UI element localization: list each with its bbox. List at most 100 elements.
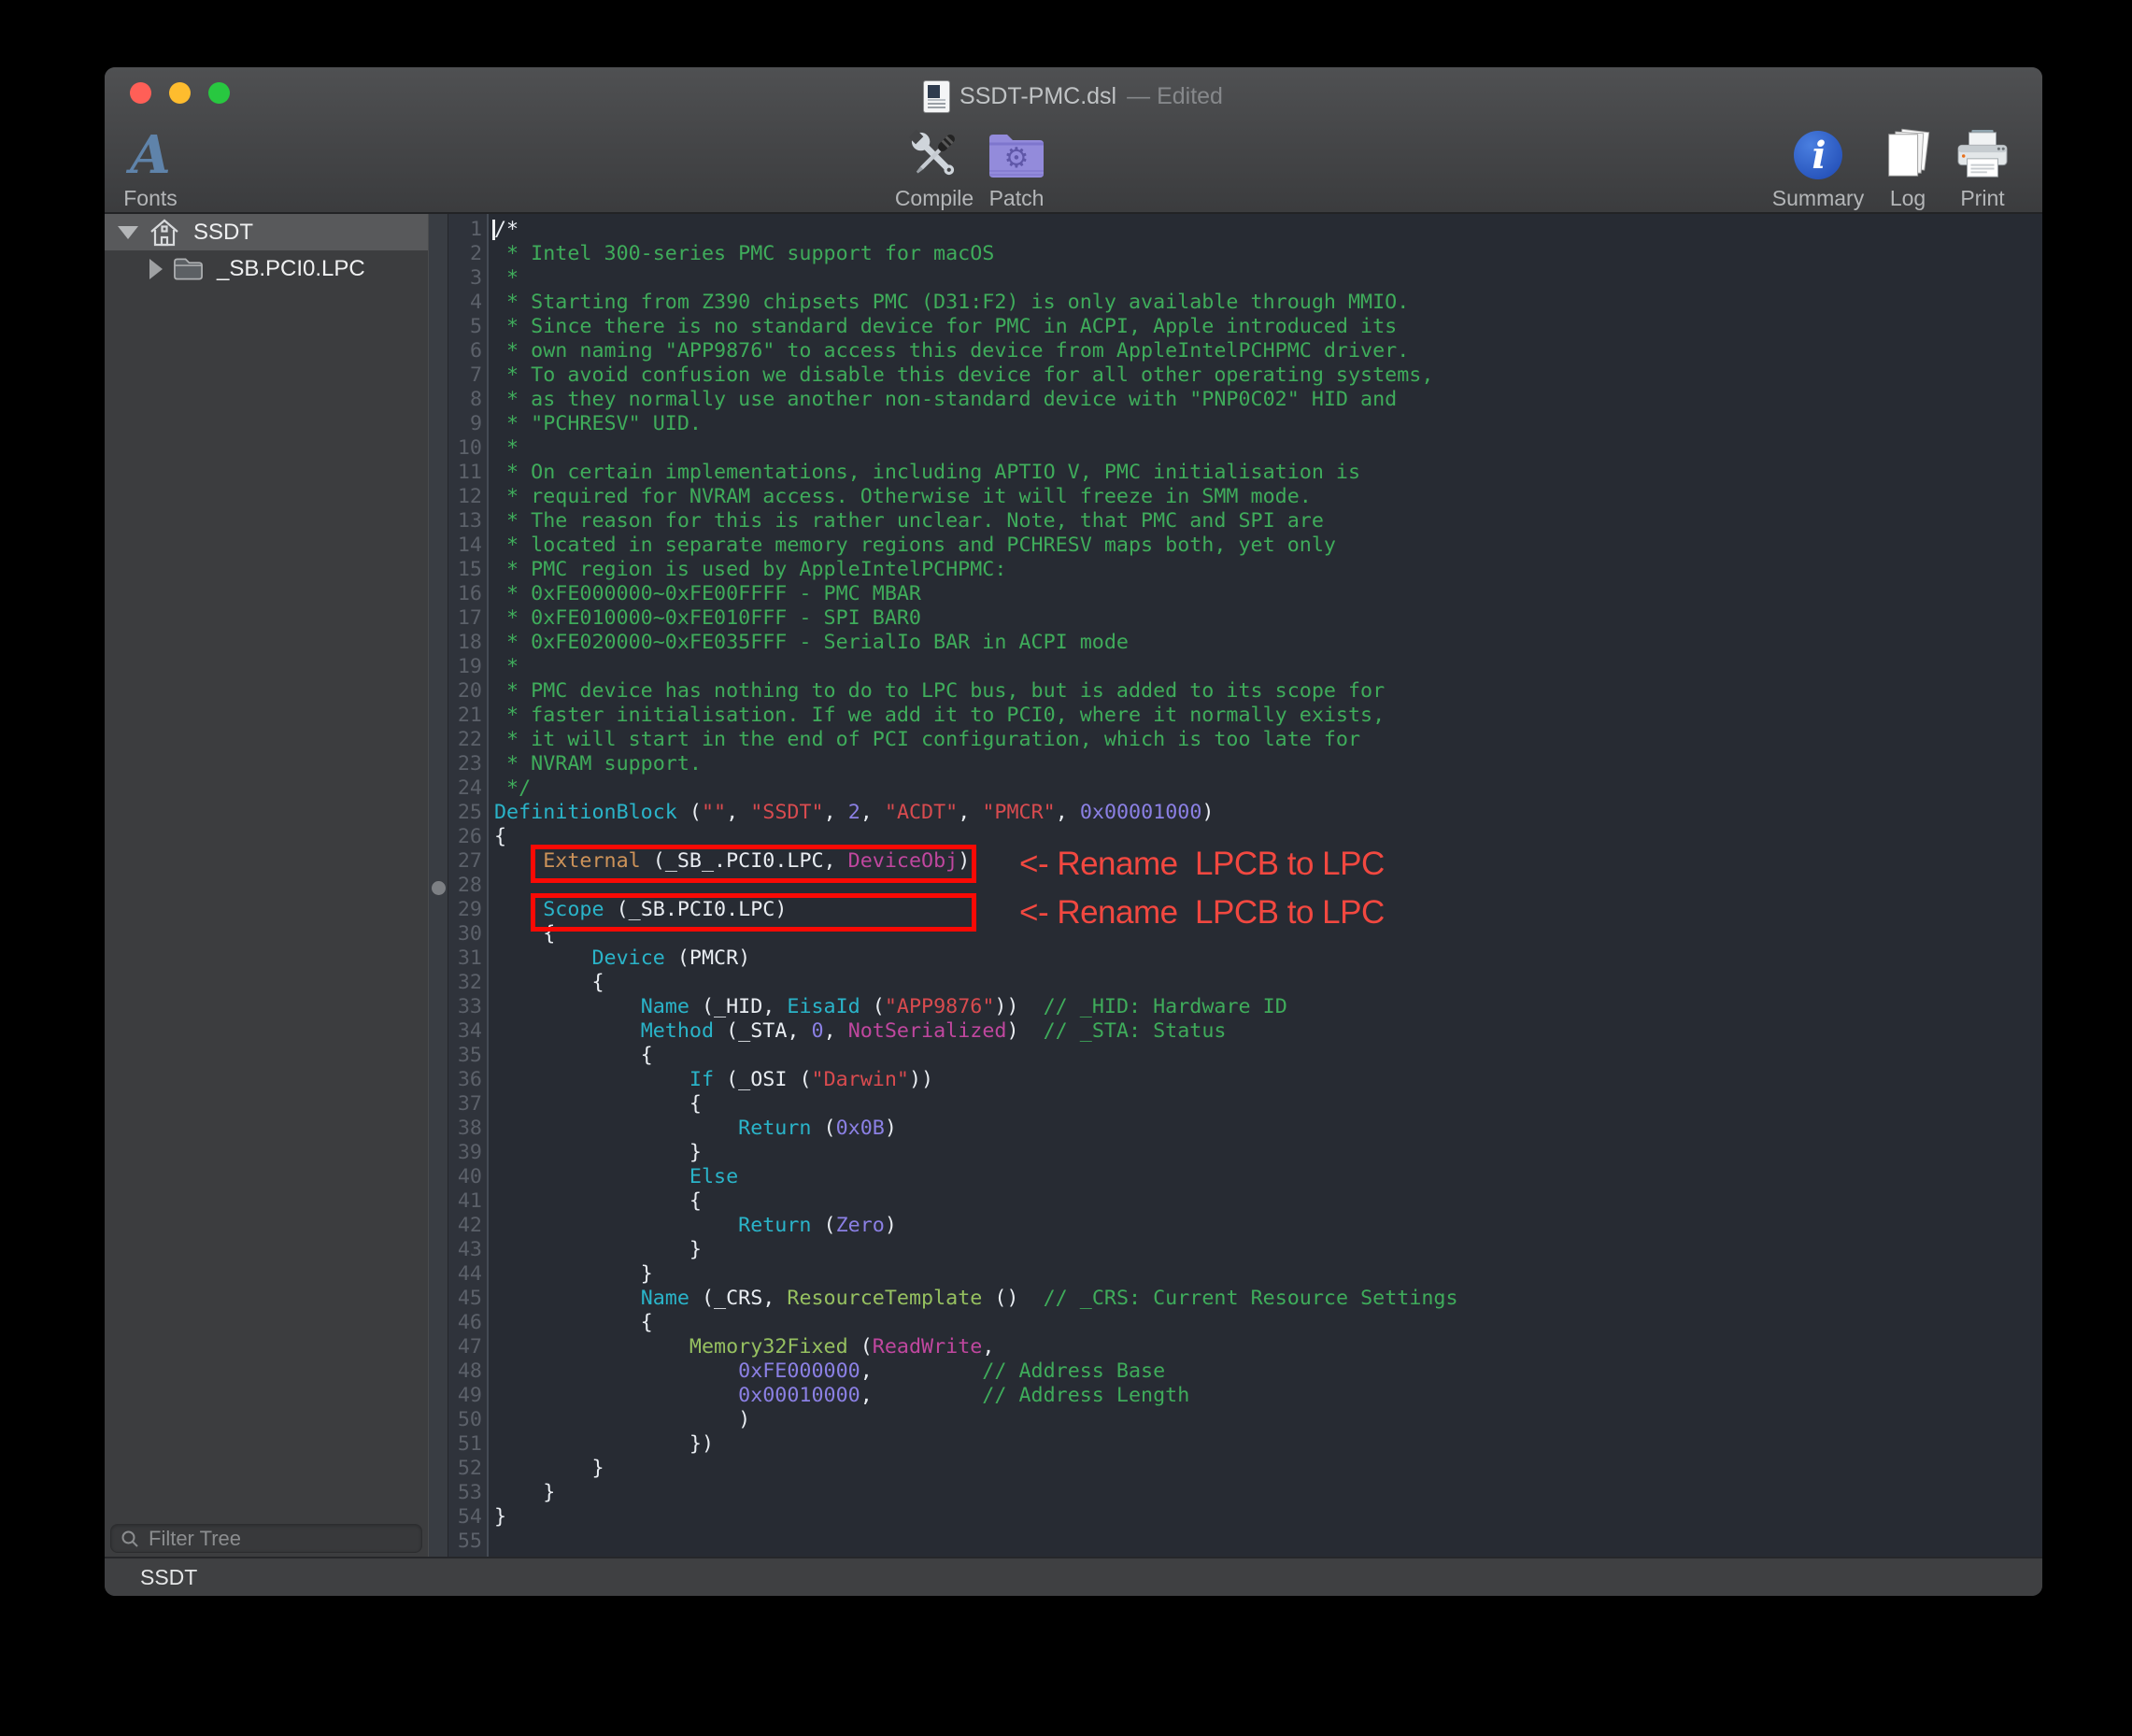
code-line: Return (Zero) xyxy=(494,1214,2042,1238)
text-caret xyxy=(492,220,495,240)
code-area[interactable]: /* * Intel 300-series PMC support for ma… xyxy=(489,214,2042,1557)
disclosure-down-icon[interactable] xyxy=(118,226,138,239)
code-line: * required for NVRAM access. Otherwise i… xyxy=(494,485,2042,509)
code-line: * Starting from Z390 chipsets PMC (D31:F… xyxy=(494,291,2042,315)
line-numbers: 1234567891011121314151617181920212223242… xyxy=(448,214,489,1557)
line-number: 2 xyxy=(448,242,482,266)
line-number: 17 xyxy=(448,606,482,631)
code-line xyxy=(494,1530,2042,1554)
line-number: 4 xyxy=(448,291,482,315)
line-number: 54 xyxy=(448,1505,482,1530)
line-number: 52 xyxy=(448,1457,482,1481)
code-line: * own naming "APP9876" to access this de… xyxy=(494,339,2042,363)
code-line: { xyxy=(494,1189,2042,1214)
summary-icon: i xyxy=(1792,126,1844,184)
patch-button[interactable]: ⚙ Patch xyxy=(946,126,1087,211)
window-title-group: SSDT-PMC.dsl — Edited xyxy=(105,67,2042,126)
line-number: 10 xyxy=(448,436,482,461)
line-number: 40 xyxy=(448,1165,482,1189)
line-number: 3 xyxy=(448,266,482,291)
line-number: 19 xyxy=(448,655,482,679)
line-number: 11 xyxy=(448,461,482,485)
code-line: * PMC device has nothing to do to LPC bu… xyxy=(494,679,2042,704)
line-number: 8 xyxy=(448,388,482,412)
code-line: }) xyxy=(494,1432,2042,1457)
line-number: 14 xyxy=(448,534,482,558)
code-line: * PMC region is used by AppleIntelPCHPMC… xyxy=(494,558,2042,582)
line-number: 12 xyxy=(448,485,482,509)
code-line: * faster initialisation. If we add it to… xyxy=(494,704,2042,728)
line-number: 44 xyxy=(448,1262,482,1287)
patch-icon: ⚙ xyxy=(987,126,1046,184)
status-bar: SSDT xyxy=(105,1557,2042,1596)
code-line: * 0xFE000000~0xFE00FFFF - PMC MBAR xyxy=(494,582,2042,606)
code-line: Name (_HID, EisaId ("APP9876")) // _HID:… xyxy=(494,995,2042,1019)
code-line: } xyxy=(494,1505,2042,1530)
line-number: 38 xyxy=(448,1117,482,1141)
fonts-label: Fonts xyxy=(123,186,178,211)
line-number: 5 xyxy=(448,315,482,339)
code-line: } xyxy=(494,1238,2042,1262)
line-number: 25 xyxy=(448,801,482,825)
code-line: ) xyxy=(494,1408,2042,1432)
line-number: 37 xyxy=(448,1092,482,1117)
code-line: * it will start in the end of PCI config… xyxy=(494,728,2042,752)
line-number: 49 xyxy=(448,1384,482,1408)
line-number: 31 xyxy=(448,946,482,971)
tree-item-ssdt[interactable]: SSDT xyxy=(105,214,428,250)
line-number: 43 xyxy=(448,1238,482,1262)
line-number: 21 xyxy=(448,704,482,728)
disclosure-right-icon[interactable] xyxy=(149,259,163,279)
search-icon xyxy=(121,1530,139,1548)
line-number: 6 xyxy=(448,339,482,363)
line-number: 33 xyxy=(448,995,482,1019)
line-number: 18 xyxy=(448,631,482,655)
print-icon xyxy=(1954,126,2011,184)
line-number: 35 xyxy=(448,1044,482,1068)
code-line: * 0xFE010000~0xFE010FFF - SPI BAR0 xyxy=(494,606,2042,631)
tree-item-sb-pci0-lpc[interactable]: _SB.PCI0.LPC xyxy=(105,250,428,287)
code-line: * To avoid confusion we disable this dev… xyxy=(494,363,2042,388)
line-number: 26 xyxy=(448,825,482,849)
svg-text:i: i xyxy=(1812,134,1826,178)
line-number: 51 xyxy=(448,1432,482,1457)
line-number: 29 xyxy=(448,898,482,922)
main-content: SSDT _SB.PCI0.LPC 1 xyxy=(105,214,2042,1557)
line-number: 13 xyxy=(448,509,482,534)
code-line: } xyxy=(494,1457,2042,1481)
line-number: 50 xyxy=(448,1408,482,1432)
line-number: 23 xyxy=(448,752,482,776)
filter-tree-field[interactable] xyxy=(110,1524,422,1553)
line-number: 53 xyxy=(448,1481,482,1505)
folder-icon xyxy=(173,257,204,281)
code-lines: /* * Intel 300-series PMC support for ma… xyxy=(489,214,2042,1554)
code-line: * xyxy=(494,266,2042,291)
code-line: * as they normally use another non-stand… xyxy=(494,388,2042,412)
sidebar-tree-panel: SSDT _SB.PCI0.LPC xyxy=(105,214,429,1557)
code-line: * "PCHRESV" UID. xyxy=(494,412,2042,436)
code-line: * The reason for this is rather unclear.… xyxy=(494,509,2042,534)
rename-annotation-1: <- Rename LPCB to LPC xyxy=(1019,845,1385,883)
fonts-button[interactable]: A Fonts xyxy=(105,126,220,211)
code-line: If (_OSI ("Darwin")) xyxy=(494,1068,2042,1092)
line-number: 47 xyxy=(448,1335,482,1359)
document-icon xyxy=(924,81,949,112)
code-line: * NVRAM support. xyxy=(494,752,2042,776)
line-number: 30 xyxy=(448,922,482,946)
print-button[interactable]: Print xyxy=(1912,126,2042,211)
app-window: SSDT-PMC.dsl — Edited A Fonts xyxy=(105,67,2042,1596)
code-line: * xyxy=(494,436,2042,461)
code-line: Else xyxy=(494,1165,2042,1189)
line-number: 45 xyxy=(448,1287,482,1311)
line-number: 34 xyxy=(448,1019,482,1044)
filter-tree-input[interactable] xyxy=(147,1526,403,1552)
line-number: 20 xyxy=(448,679,482,704)
line-number: 28 xyxy=(448,874,482,898)
line-number: 22 xyxy=(448,728,482,752)
bookmark-dot xyxy=(432,881,446,895)
code-line: { xyxy=(494,1044,2042,1068)
code-line: Device (PMCR) xyxy=(494,946,2042,971)
line-number: 55 xyxy=(448,1530,482,1554)
svg-text:⚙: ⚙ xyxy=(1004,142,1030,175)
code-line: { xyxy=(494,971,2042,995)
